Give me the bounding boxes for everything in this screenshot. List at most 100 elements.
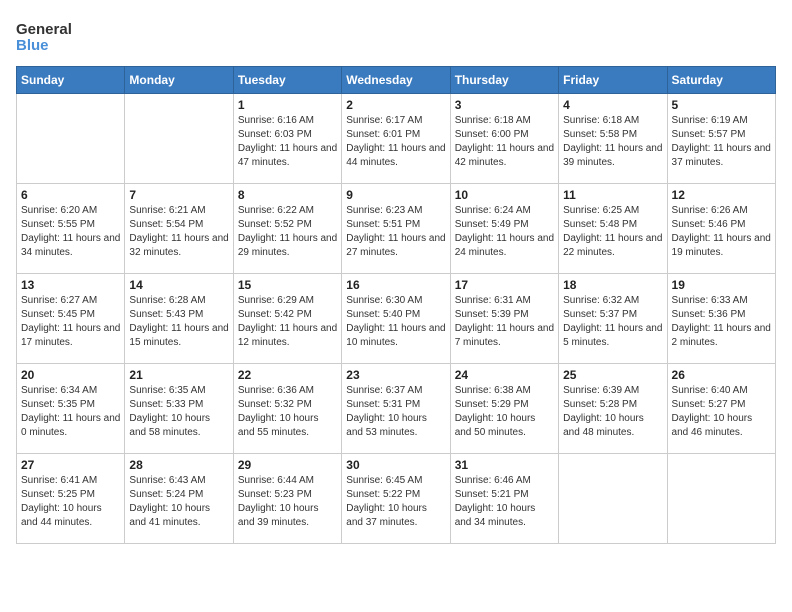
day-cell: 3 Sunrise: 6:18 AM Sunset: 6:00 PM Daylig… (450, 94, 558, 184)
day-number: 2 (346, 98, 445, 112)
day-info: Sunrise: 6:39 AM Sunset: 5:28 PM Dayligh… (563, 384, 662, 440)
day-cell: 22 Sunrise: 6:36 AM Sunset: 5:32 PM Dayli… (233, 364, 341, 454)
day-number: 31 (455, 458, 554, 472)
day-number: 9 (346, 188, 445, 202)
day-cell: 20 Sunrise: 6:34 AM Sunset: 5:35 PM Dayli… (17, 364, 125, 454)
day-cell: 6Sunrise: 6:20 AM Sunset: 5:55 PM Daylig… (17, 184, 125, 274)
day-cell: 25 Sunrise: 6:39 AM Sunset: 5:28 PM Dayli… (559, 364, 667, 454)
day-number: 22 (238, 368, 337, 382)
day-number: 12 (672, 188, 771, 202)
week-row-4: 27 Sunrise: 6:41 AM Sunset: 5:25 PM Dayli… (17, 454, 776, 544)
day-number: 25 (563, 368, 662, 382)
day-cell: 31Sunrise: 6:46 AM Sunset: 5:21 PM Dayli… (450, 454, 558, 544)
day-number: 10 (455, 188, 554, 202)
day-info: Sunrise: 6:18 AM Sunset: 6:00 PM Dayligh… (455, 114, 554, 170)
day-cell: 26 Sunrise: 6:40 AM Sunset: 5:27 PM Dayli… (667, 364, 775, 454)
calendar-table: SundayMondayTuesdayWednesdayThursdayFrid… (16, 66, 776, 544)
day-cell (667, 454, 775, 544)
day-info: Sunrise: 6:31 AM Sunset: 5:39 PM Dayligh… (455, 294, 554, 350)
day-number: 26 (672, 368, 771, 382)
header-cell-thursday: Thursday (450, 67, 558, 94)
day-cell: 29Sunrise: 6:44 AM Sunset: 5:23 PM Dayli… (233, 454, 341, 544)
logo: General Blue (16, 16, 76, 58)
logo-svg: General Blue (16, 16, 76, 58)
day-info: Sunrise: 6:36 AM Sunset: 5:32 PM Dayligh… (238, 384, 337, 440)
day-cell: 15 Sunrise: 6:29 AM Sunset: 5:42 PM Dayli… (233, 274, 341, 364)
day-number: 4 (563, 98, 662, 112)
day-cell: 28Sunrise: 6:43 AM Sunset: 5:24 PM Dayli… (125, 454, 233, 544)
day-number: 28 (129, 458, 228, 472)
day-number: 30 (346, 458, 445, 472)
week-row-1: 6Sunrise: 6:20 AM Sunset: 5:55 PM Daylig… (17, 184, 776, 274)
header-cell-sunday: Sunday (17, 67, 125, 94)
day-info: Sunrise: 6:35 AM Sunset: 5:33 PM Dayligh… (129, 384, 228, 440)
day-info: Sunrise: 6:30 AM Sunset: 5:40 PM Dayligh… (346, 294, 445, 350)
day-info: Sunrise: 6:18 AM Sunset: 5:58 PM Dayligh… (563, 114, 662, 170)
day-info: Sunrise: 6:16 AM Sunset: 6:03 PM Dayligh… (238, 114, 337, 170)
day-cell: 12 Sunrise: 6:26 AM Sunset: 5:46 PM Dayli… (667, 184, 775, 274)
day-info: Sunrise: 6:28 AM Sunset: 5:43 PM Dayligh… (129, 294, 228, 350)
day-cell (125, 94, 233, 184)
day-cell: 11 Sunrise: 6:25 AM Sunset: 5:48 PM Dayli… (559, 184, 667, 274)
day-info: Sunrise: 6:24 AM Sunset: 5:49 PM Dayligh… (455, 204, 554, 260)
day-cell: 7Sunrise: 6:21 AM Sunset: 5:54 PM Daylig… (125, 184, 233, 274)
day-cell: 14 Sunrise: 6:28 AM Sunset: 5:43 PM Dayli… (125, 274, 233, 364)
day-cell: 24 Sunrise: 6:38 AM Sunset: 5:29 PM Dayli… (450, 364, 558, 454)
week-row-3: 20 Sunrise: 6:34 AM Sunset: 5:35 PM Dayli… (17, 364, 776, 454)
header-row: SundayMondayTuesdayWednesdayThursdayFrid… (17, 67, 776, 94)
day-number: 19 (672, 278, 771, 292)
header-cell-saturday: Saturday (667, 67, 775, 94)
day-info: Sunrise: 6:19 AM Sunset: 5:57 PM Dayligh… (672, 114, 771, 170)
day-info: Sunrise: 6:41 AM Sunset: 5:25 PM Dayligh… (21, 474, 120, 530)
day-info: Sunrise: 6:20 AM Sunset: 5:55 PM Dayligh… (21, 204, 120, 260)
day-cell: 2 Sunrise: 6:17 AM Sunset: 6:01 PM Daylig… (342, 94, 450, 184)
header-cell-friday: Friday (559, 67, 667, 94)
day-info: Sunrise: 6:44 AM Sunset: 5:23 PM Dayligh… (238, 474, 337, 530)
day-number: 15 (238, 278, 337, 292)
week-row-2: 13 Sunrise: 6:27 AM Sunset: 5:45 PM Dayli… (17, 274, 776, 364)
day-info: Sunrise: 6:40 AM Sunset: 5:27 PM Dayligh… (672, 384, 771, 440)
day-info: Sunrise: 6:32 AM Sunset: 5:37 PM Dayligh… (563, 294, 662, 350)
day-info: Sunrise: 6:25 AM Sunset: 5:48 PM Dayligh… (563, 204, 662, 260)
day-cell: 13 Sunrise: 6:27 AM Sunset: 5:45 PM Dayli… (17, 274, 125, 364)
header-cell-monday: Monday (125, 67, 233, 94)
day-number: 7 (129, 188, 228, 202)
day-info: Sunrise: 6:17 AM Sunset: 6:01 PM Dayligh… (346, 114, 445, 170)
svg-text:Blue: Blue (16, 37, 49, 54)
day-cell: 9 Sunrise: 6:23 AM Sunset: 5:51 PM Daylig… (342, 184, 450, 274)
day-number: 3 (455, 98, 554, 112)
day-info: Sunrise: 6:27 AM Sunset: 5:45 PM Dayligh… (21, 294, 120, 350)
day-cell: 10 Sunrise: 6:24 AM Sunset: 5:49 PM Dayli… (450, 184, 558, 274)
day-cell: 23Sunrise: 6:37 AM Sunset: 5:31 PM Dayli… (342, 364, 450, 454)
day-info: Sunrise: 6:45 AM Sunset: 5:22 PM Dayligh… (346, 474, 445, 530)
day-number: 14 (129, 278, 228, 292)
day-number: 13 (21, 278, 120, 292)
day-cell (559, 454, 667, 544)
day-info: Sunrise: 6:26 AM Sunset: 5:46 PM Dayligh… (672, 204, 771, 260)
day-number: 11 (563, 188, 662, 202)
day-cell: 8Sunrise: 6:22 AM Sunset: 5:52 PM Daylig… (233, 184, 341, 274)
day-number: 17 (455, 278, 554, 292)
header-cell-tuesday: Tuesday (233, 67, 341, 94)
header-cell-wednesday: Wednesday (342, 67, 450, 94)
day-number: 1 (238, 98, 337, 112)
day-number: 18 (563, 278, 662, 292)
header: General Blue (16, 16, 776, 58)
day-info: Sunrise: 6:34 AM Sunset: 5:35 PM Dayligh… (21, 384, 120, 440)
day-number: 23 (346, 368, 445, 382)
day-number: 24 (455, 368, 554, 382)
day-number: 20 (21, 368, 120, 382)
day-cell: 27 Sunrise: 6:41 AM Sunset: 5:25 PM Dayli… (17, 454, 125, 544)
day-cell (17, 94, 125, 184)
day-cell: 4 Sunrise: 6:18 AM Sunset: 5:58 PM Daylig… (559, 94, 667, 184)
day-number: 21 (129, 368, 228, 382)
day-info: Sunrise: 6:38 AM Sunset: 5:29 PM Dayligh… (455, 384, 554, 440)
day-cell: 1 Sunrise: 6:16 AM Sunset: 6:03 PM Daylig… (233, 94, 341, 184)
svg-text:General: General (16, 21, 72, 38)
day-cell: 30 Sunrise: 6:45 AM Sunset: 5:22 PM Dayli… (342, 454, 450, 544)
day-info: Sunrise: 6:33 AM Sunset: 5:36 PM Dayligh… (672, 294, 771, 350)
day-info: Sunrise: 6:29 AM Sunset: 5:42 PM Dayligh… (238, 294, 337, 350)
day-info: Sunrise: 6:23 AM Sunset: 5:51 PM Dayligh… (346, 204, 445, 260)
day-cell: 18 Sunrise: 6:32 AM Sunset: 5:37 PM Dayli… (559, 274, 667, 364)
day-number: 27 (21, 458, 120, 472)
